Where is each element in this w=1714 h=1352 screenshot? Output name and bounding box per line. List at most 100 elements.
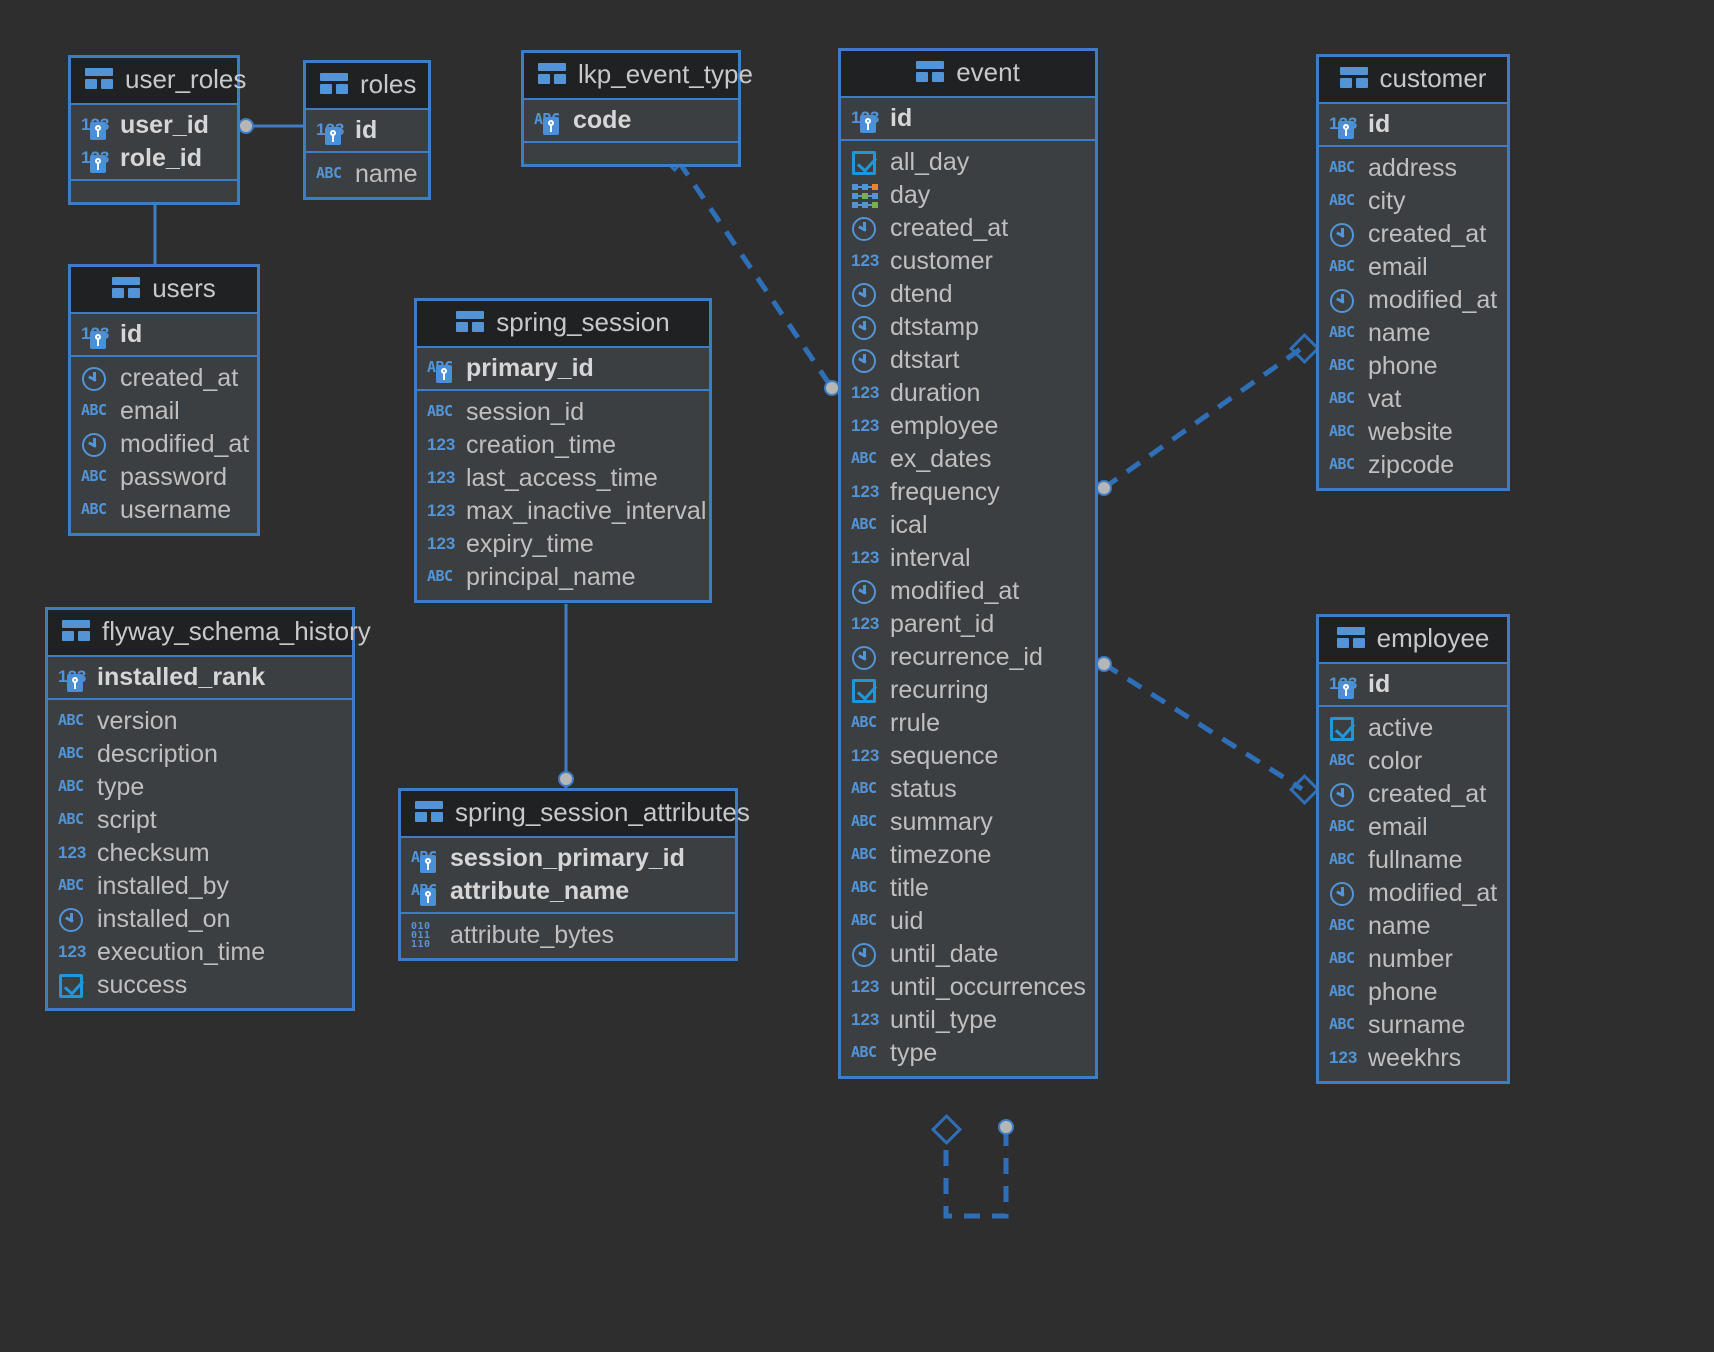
column-row[interactable]: dtstamp: [841, 311, 1095, 344]
column-row[interactable]: ABC description: [48, 738, 352, 771]
table-header[interactable]: spring_session_attributes: [401, 791, 750, 838]
column-row[interactable]: 123 until_type: [841, 1004, 1095, 1037]
table-employee[interactable]: employee123idactiveABCcolorcreated_atABC…: [1316, 614, 1510, 1084]
table-spring_session_attributes[interactable]: spring_session_attributes ABC session_prim…: [398, 788, 750, 961]
column-row[interactable]: 123 installed_rank: [48, 661, 352, 694]
table-header[interactable]: users: [71, 267, 257, 314]
table-header[interactable]: employee: [1319, 617, 1507, 664]
column-row[interactable]: ABC name: [1319, 910, 1507, 943]
column-row[interactable]: 123 employee: [841, 410, 1095, 443]
column-row[interactable]: ABC name: [306, 158, 428, 191]
column-row[interactable]: ABC rrule: [841, 707, 1095, 740]
column-row[interactable]: ABC ical: [841, 509, 1095, 542]
column-row[interactable]: ABC address: [1319, 152, 1507, 185]
table-spring_session[interactable]: spring_session ABC primary_id ABC session_id…: [414, 298, 712, 603]
column-row[interactable]: 123 user_id: [71, 109, 237, 142]
table-header[interactable]: event: [841, 51, 1095, 98]
table-header[interactable]: spring_session: [417, 301, 709, 348]
column-row[interactable]: ABC ex_dates: [841, 443, 1095, 476]
table-header[interactable]: flyway_schema_history: [48, 610, 371, 657]
column-row[interactable]: created_at: [1319, 778, 1507, 811]
column-row[interactable]: dtstart: [841, 344, 1095, 377]
table-customer[interactable]: customer 123 id ABC address ABC city created_at…: [1316, 54, 1510, 491]
column-row[interactable]: ABC color: [1319, 745, 1507, 778]
column-row[interactable]: 123 customer: [841, 245, 1095, 278]
column-row[interactable]: 123 creation_time: [417, 429, 709, 462]
column-row[interactable]: ABC code: [524, 104, 738, 137]
column-row[interactable]: ABC vat: [1319, 383, 1507, 416]
column-row[interactable]: 123 checksum: [48, 837, 352, 870]
table-flyway_schema_history[interactable]: flyway_schema_history 123 installed_rank AB…: [45, 607, 371, 1011]
table-roles[interactable]: roles 123 id ABC name: [303, 60, 431, 200]
column-row[interactable]: ABC attribute_name: [401, 875, 735, 908]
column-row[interactable]: day: [841, 179, 1095, 212]
table-lkp_event_type[interactable]: lkp_event_type ABC code: [521, 50, 753, 167]
column-row[interactable]: ABC zipcode: [1319, 449, 1507, 482]
column-row[interactable]: ABC summary: [841, 806, 1095, 839]
column-row[interactable]: ABC uid: [841, 905, 1095, 938]
column-row[interactable]: 123 expiry_time: [417, 528, 709, 561]
column-row[interactable]: 123 id: [71, 318, 257, 351]
table-user_roles[interactable]: user_roles 123 user_id 123 role_id: [68, 55, 246, 205]
table-event[interactable]: event 123 id all_dayday created_at 123 custome…: [838, 48, 1098, 1079]
table-users[interactable]: users123idcreated_atABCemailmodified_atA…: [68, 264, 260, 536]
column-row[interactable]: ABC session_id: [417, 396, 709, 429]
column-row[interactable]: modified_at: [1319, 877, 1507, 910]
column-row[interactable]: ABC phone: [1319, 350, 1507, 383]
column-row[interactable]: 123 weekhrs: [1319, 1042, 1507, 1075]
column-row[interactable]: ABC phone: [1319, 976, 1507, 1009]
column-row[interactable]: ABC principal_name: [417, 561, 709, 594]
column-row[interactable]: ABC type: [841, 1037, 1095, 1070]
table-header[interactable]: roles: [306, 63, 428, 110]
column-row[interactable]: modified_at: [1319, 284, 1507, 317]
column-row[interactable]: 123 role_id: [71, 142, 237, 175]
table-header[interactable]: user_roles: [71, 58, 246, 105]
table-header[interactable]: lkp_event_type: [524, 53, 753, 100]
column-row[interactable]: ABC session_primary_id: [401, 842, 735, 875]
column-row[interactable]: 123 duration: [841, 377, 1095, 410]
column-row[interactable]: 123 until_occurrences: [841, 971, 1095, 1004]
column-row[interactable]: ABC script: [48, 804, 352, 837]
column-row[interactable]: ABC surname: [1319, 1009, 1507, 1042]
column-row[interactable]: installed_on: [48, 903, 352, 936]
column-row[interactable]: 123 sequence: [841, 740, 1095, 773]
column-row[interactable]: ABC type: [48, 771, 352, 804]
column-row[interactable]: 123 id: [306, 114, 428, 147]
column-row[interactable]: ABC username: [71, 494, 257, 527]
column-row[interactable]: ABC fullname: [1319, 844, 1507, 877]
table-header[interactable]: customer: [1319, 57, 1507, 104]
column-row[interactable]: success: [48, 969, 352, 1002]
column-row[interactable]: 123 frequency: [841, 476, 1095, 509]
column-row[interactable]: 123 interval: [841, 542, 1095, 575]
column-row[interactable]: recurring: [841, 674, 1095, 707]
column-row[interactable]: created_at: [1319, 218, 1507, 251]
column-row[interactable]: ABC number: [1319, 943, 1507, 976]
column-row[interactable]: recurrence_id: [841, 641, 1095, 674]
column-row[interactable]: ABC timezone: [841, 839, 1095, 872]
column-row[interactable]: 010 011 110 attribute_bytes: [401, 919, 735, 952]
column-row[interactable]: 123 max_inactive_interval: [417, 495, 709, 528]
column-row[interactable]: ABC password: [71, 461, 257, 494]
column-row[interactable]: ABC email: [1319, 811, 1507, 844]
column-row[interactable]: created_at: [841, 212, 1095, 245]
er-diagram-canvas[interactable]: user_roles 123 user_id 123 role_id roles 123 id…: [0, 0, 1714, 1352]
column-row[interactable]: ABC title: [841, 872, 1095, 905]
column-row[interactable]: ABC email: [71, 395, 257, 428]
column-row[interactable]: active: [1319, 712, 1507, 745]
column-row[interactable]: ABC city: [1319, 185, 1507, 218]
column-row[interactable]: ABC website: [1319, 416, 1507, 449]
column-row[interactable]: 123 last_access_time: [417, 462, 709, 495]
column-row[interactable]: 123 id: [1319, 668, 1507, 701]
column-row[interactable]: ABC version: [48, 705, 352, 738]
column-row[interactable]: ABC installed_by: [48, 870, 352, 903]
column-row[interactable]: ABC email: [1319, 251, 1507, 284]
column-row[interactable]: created_at: [71, 362, 257, 395]
column-row[interactable]: ABC status: [841, 773, 1095, 806]
column-row[interactable]: 123 id: [841, 102, 1095, 135]
column-row[interactable]: modified_at: [71, 428, 257, 461]
column-row[interactable]: ABC primary_id: [417, 352, 709, 385]
column-row[interactable]: 123 execution_time: [48, 936, 352, 969]
column-row[interactable]: until_date: [841, 938, 1095, 971]
column-row[interactable]: ABC name: [1319, 317, 1507, 350]
column-row[interactable]: dtend: [841, 278, 1095, 311]
